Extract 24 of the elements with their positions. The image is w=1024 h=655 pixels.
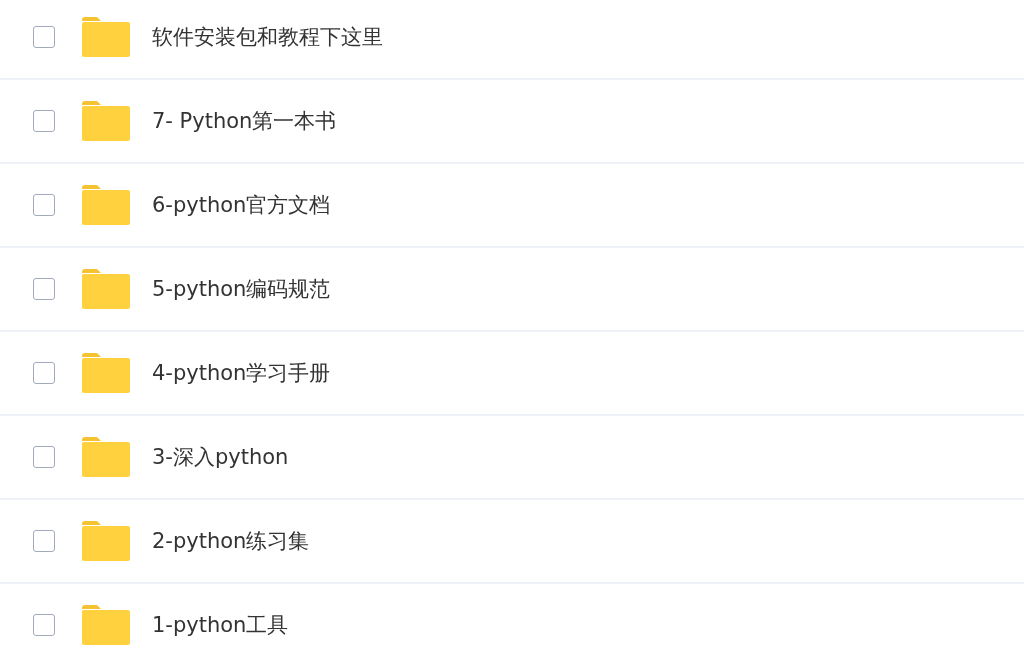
folder-icon (82, 101, 130, 141)
folder-icon (82, 437, 130, 477)
folder-name[interactable]: 1-python工具 (152, 611, 289, 639)
folder-icon (82, 605, 130, 645)
folder-icon (82, 353, 130, 393)
folder-icon (82, 521, 130, 561)
checkbox[interactable] (33, 530, 55, 552)
folder-icon (82, 269, 130, 309)
folder-icon (82, 185, 130, 225)
checkbox[interactable] (33, 194, 55, 216)
folder-name[interactable]: 6-python官方文档 (152, 191, 331, 219)
folder-name[interactable]: 4-python学习手册 (152, 359, 331, 387)
checkbox[interactable] (33, 26, 55, 48)
folder-name[interactable]: 5-python编码规范 (152, 275, 331, 303)
checkbox[interactable] (33, 278, 55, 300)
folder-icon (82, 17, 130, 57)
folder-name[interactable]: 3-深入python (152, 443, 289, 471)
folder-name[interactable]: 2-python练习集 (152, 527, 310, 555)
folder-name[interactable]: 软件安装包和教程下这里 (152, 23, 383, 51)
checkbox[interactable] (33, 362, 55, 384)
checkbox[interactable] (33, 110, 55, 132)
folder-name[interactable]: 7- Python第一本书 (152, 107, 337, 135)
checkbox[interactable] (33, 614, 55, 636)
checkbox[interactable] (33, 446, 55, 468)
